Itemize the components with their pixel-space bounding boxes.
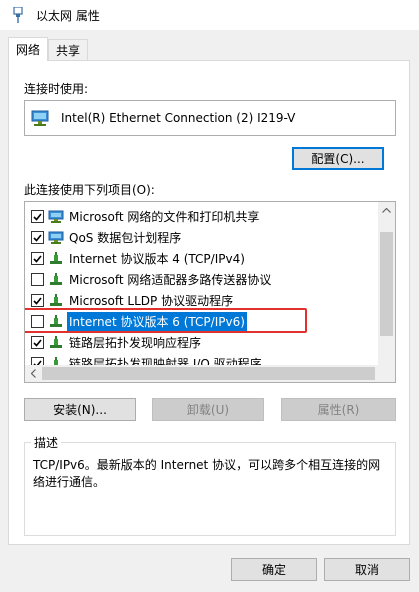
adapter-name: Intel(R) Ethernet Connection (2) I219-V <box>61 111 296 125</box>
item-label: Microsoft 网络适配器多路传送器协议 <box>69 273 272 287</box>
items-list-rows: Microsoft 网络的文件和打印机共享 QoS 数据包计划程序 Intern… <box>25 206 380 374</box>
protocol-icon <box>48 251 64 267</box>
vertical-scroll-thumb[interactable] <box>380 232 393 336</box>
list-item[interactable]: Internet 协议版本 4 (TCP/IPv4) <box>25 248 380 269</box>
scrollbar-corner <box>378 365 395 382</box>
vertical-scrollbar[interactable] <box>378 202 395 366</box>
scroll-up-arrow-icon[interactable] <box>378 202 395 219</box>
list-item[interactable]: Microsoft 网络的文件和打印机共享 <box>25 206 380 227</box>
network-adapter-icon <box>31 110 49 126</box>
item-label: Microsoft 网络的文件和打印机共享 <box>69 210 260 224</box>
items-label: 此连接使用下列项目(O): <box>24 183 155 197</box>
tab-strip: 网络 共享 <box>8 37 89 61</box>
ok-button[interactable]: 确定 <box>231 558 317 581</box>
properties-button[interactable]: 属性(R) <box>281 398 396 421</box>
list-item[interactable]: Microsoft 网络适配器多路传送器协议 <box>25 269 380 290</box>
connect-using-label: 连接时使用: <box>24 82 89 96</box>
horizontal-scrollbar[interactable] <box>25 365 395 382</box>
description-text: TCP/IPv6。最新版本的 Internet 协议，可以跨多个相互连接的网络进… <box>33 458 381 489</box>
adapter-field: Intel(R) Ethernet Connection (2) I219-V <box>24 100 396 136</box>
protocol-icon <box>48 314 64 330</box>
list-item[interactable]: 链路层拓扑发现响应程序 <box>25 332 380 353</box>
cancel-button[interactable]: 取消 <box>324 558 410 581</box>
scroll-left-arrow-icon[interactable] <box>25 365 42 382</box>
item-checkbox[interactable] <box>31 210 44 223</box>
item-checkbox[interactable] <box>31 294 44 307</box>
item-label: Internet 协议版本 4 (TCP/IPv4) <box>69 252 245 266</box>
protocol-icon <box>48 272 64 288</box>
description-legend: 描述 <box>31 434 62 451</box>
horizontal-scroll-thumb[interactable] <box>42 367 375 380</box>
item-label: Internet 协议版本 6 (TCP/IPv6) <box>67 312 247 331</box>
item-label: Microsoft LLDP 协议驱动程序 <box>69 294 234 308</box>
uninstall-button[interactable]: 卸载(U) <box>152 398 264 421</box>
list-item[interactable]: QoS 数据包计划程序 <box>25 227 380 248</box>
tab-network[interactable]: 网络 <box>8 37 49 61</box>
install-button[interactable]: 安装(N)... <box>24 398 136 421</box>
title-bar: 以太网 属性 <box>0 0 419 30</box>
window-title: 以太网 属性 <box>36 8 100 23</box>
item-label: 链路层拓扑发现响应程序 <box>69 336 202 350</box>
items-list[interactable]: Microsoft 网络的文件和打印机共享 QoS 数据包计划程序 Intern… <box>24 201 396 383</box>
protocol-icon <box>48 335 64 351</box>
item-label: QoS 数据包计划程序 <box>69 231 182 245</box>
item-checkbox[interactable] <box>31 336 44 349</box>
item-checkbox[interactable] <box>31 273 44 286</box>
tab-sharing[interactable]: 共享 <box>48 39 89 61</box>
list-item-selected[interactable]: Internet 协议版本 6 (TCP/IPv6) <box>25 308 380 333</box>
configure-button[interactable]: 配置(C)... <box>292 147 384 170</box>
item-checkbox[interactable] <box>31 252 44 265</box>
protocol-icon <box>48 293 64 309</box>
network-share-icon <box>48 230 64 246</box>
network-tab-panel: 连接时使用: Intel(R) Ethernet Connection (2) … <box>8 60 410 545</box>
item-checkbox[interactable] <box>31 231 44 244</box>
description-group: 描述 TCP/IPv6。最新版本的 Internet 协议，可以跨多个相互连接的… <box>24 434 396 536</box>
item-checkbox[interactable] <box>31 315 44 328</box>
network-share-icon <box>48 209 64 225</box>
ethernet-connector-icon <box>10 7 26 23</box>
list-item[interactable]: Microsoft LLDP 协议驱动程序 <box>25 290 380 311</box>
